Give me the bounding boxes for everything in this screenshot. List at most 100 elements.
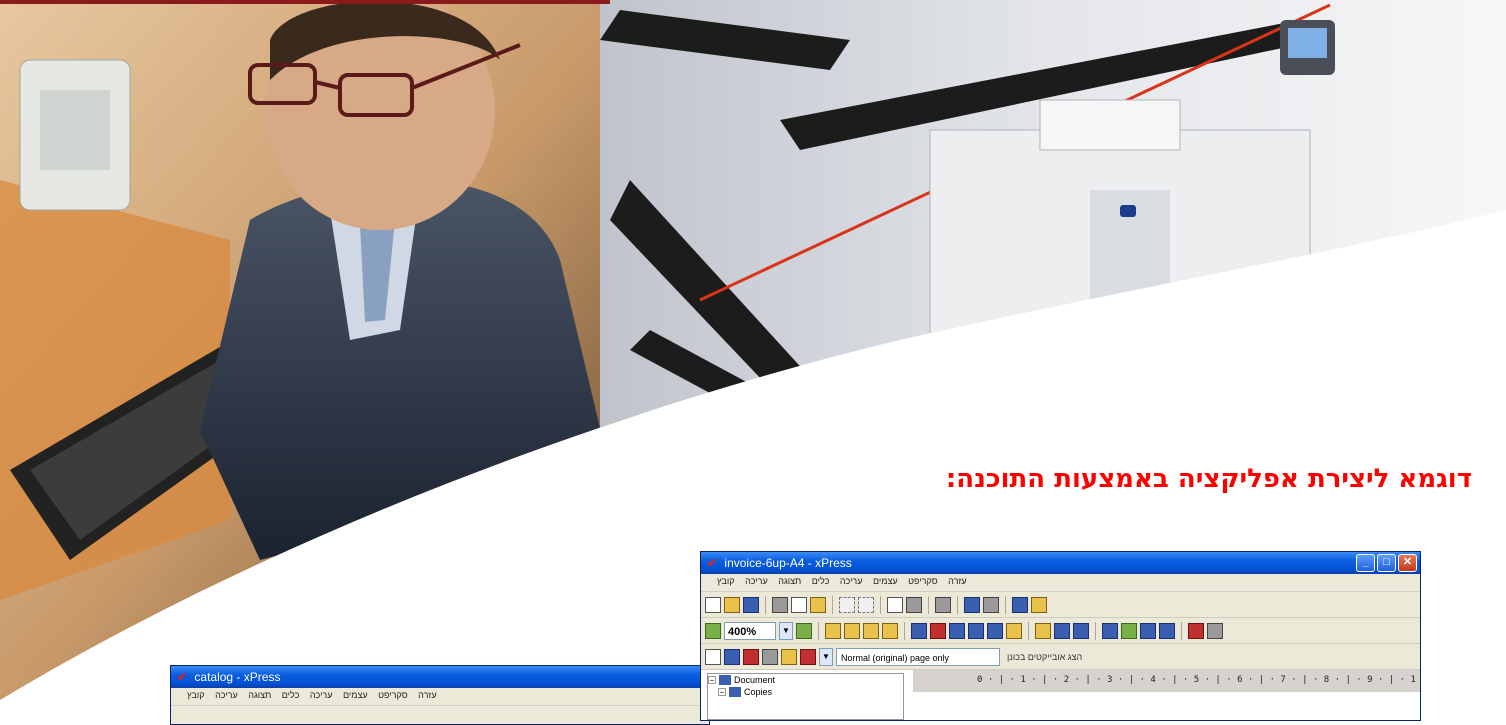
invoice-window[interactable]: ✔ invoice-6up-A4 - xPress _ □ ✕ עזרה סקר…	[700, 551, 1421, 721]
toolbar-separator	[904, 621, 905, 640]
toolbar-separator	[1181, 621, 1182, 640]
copies-icon	[729, 687, 741, 697]
tree-item-label: Document	[734, 675, 776, 685]
bring-forward-icon[interactable]	[863, 622, 879, 639]
menu-script[interactable]: סקריפט	[378, 690, 408, 700]
zoom-select[interactable]: 400%	[724, 621, 776, 640]
settings-icon[interactable]	[935, 596, 951, 613]
xpress-app-icon: ✔	[177, 670, 188, 684]
menu-tools[interactable]: כלים	[812, 576, 830, 586]
toolbar-separator	[818, 621, 819, 640]
menu-file[interactable]: קובץ	[187, 690, 205, 700]
context-help-icon[interactable]	[1012, 596, 1028, 613]
toolbar-separator	[928, 595, 929, 614]
open-folder-icon[interactable]	[724, 596, 740, 613]
menu-edit[interactable]: עריכה	[840, 576, 863, 586]
menu-edit-2[interactable]: עריכה	[215, 690, 238, 700]
space-horizontal-icon[interactable]	[1102, 622, 1118, 639]
save-icon[interactable]	[743, 596, 759, 613]
text-object-icon[interactable]	[743, 648, 759, 665]
menu-tools[interactable]: כלים	[282, 690, 300, 700]
send-backward-icon[interactable]	[882, 622, 898, 639]
new-file-icon[interactable]	[705, 596, 721, 613]
cut-icon[interactable]	[772, 596, 788, 613]
catalog-window-title: catalog - xPress	[194, 670, 281, 684]
copy-icon[interactable]	[791, 596, 807, 613]
catalog-menubar[interactable]: עזרה סקריפט עצמים עריכה כלים תצוגה עריכה…	[171, 688, 709, 706]
edit-object-icon[interactable]	[781, 648, 797, 665]
properties-icon[interactable]	[1188, 622, 1204, 639]
close-button[interactable]: ✕	[1398, 554, 1417, 572]
invoice-titlebar[interactable]: ✔ invoice-6up-A4 - xPress _ □ ✕	[701, 552, 1420, 574]
toolbar-separator	[880, 595, 881, 614]
align-right-icon[interactable]	[949, 622, 965, 639]
align-left-icon[interactable]	[911, 622, 927, 639]
objects-toolbar: ▼ Normal (original) page only הצג אובייק…	[701, 644, 1420, 670]
ungroup-icon[interactable]	[844, 622, 860, 639]
undo-icon[interactable]	[839, 596, 855, 613]
toolbar-separator	[1005, 595, 1006, 614]
play-icon[interactable]	[983, 596, 999, 613]
menu-objects[interactable]: עצמים	[873, 576, 898, 586]
top-accent-bar	[0, 0, 610, 4]
document-icon	[719, 675, 731, 685]
align-top-icon[interactable]	[968, 622, 984, 639]
menu-script[interactable]: סקריפט	[908, 576, 938, 586]
invoice-window-title: invoice-6up-A4 - xPress	[724, 556, 852, 570]
align-bottom-icon[interactable]	[1006, 622, 1022, 639]
document-tree[interactable]: − Document − Copies	[707, 673, 904, 720]
menu-edit[interactable]: עריכה	[310, 690, 333, 700]
collapse-icon[interactable]: −	[708, 676, 716, 685]
image-object-icon[interactable]	[724, 648, 740, 665]
xpress-app-icon: ✔	[707, 556, 718, 570]
page-mode-select[interactable]: Normal (original) page only	[836, 647, 1000, 666]
chevron-down-icon[interactable]: ▼	[779, 621, 793, 640]
menu-file[interactable]: קובץ	[717, 576, 735, 586]
redo-icon[interactable]	[858, 596, 874, 613]
align-center-icon[interactable]	[930, 622, 946, 639]
layout-toolbar: 400% ▼	[701, 618, 1420, 644]
menu-view[interactable]: תצוגה	[778, 576, 801, 586]
menu-help[interactable]: עזרה	[948, 576, 966, 586]
align-middle-icon[interactable]	[987, 622, 1003, 639]
zoom-fit-icon[interactable]	[796, 622, 812, 639]
toolbar-separator	[1028, 621, 1029, 640]
paste-icon[interactable]	[810, 596, 826, 613]
minimize-button[interactable]: _	[1356, 554, 1375, 572]
script-object-icon[interactable]	[800, 648, 816, 665]
catalog-window[interactable]: ✔ catalog - xPress עזרה סקריפט עצמים ערי…	[170, 665, 710, 725]
run-icon[interactable]	[964, 596, 980, 613]
invoice-menubar[interactable]: עזרה סקריפט עצמים עריכה כלים תצוגה עריכה…	[701, 574, 1420, 592]
arrange-icon[interactable]	[1159, 622, 1175, 639]
maximize-button[interactable]: □	[1377, 554, 1396, 572]
same-size-icon[interactable]	[1073, 622, 1089, 639]
distribute-icon[interactable]	[1140, 622, 1156, 639]
standard-toolbar	[701, 592, 1420, 618]
document-workarea[interactable]: − Document − Copies 0 · | · 1 · | · 2 · …	[701, 670, 1420, 720]
collapse-icon[interactable]: −	[718, 688, 726, 697]
zoom-tool-icon[interactable]	[705, 622, 721, 639]
tree-item-document[interactable]: − Document	[708, 674, 903, 686]
barcode-icon[interactable]	[762, 648, 778, 665]
window-controls: _ □ ✕	[1356, 554, 1417, 572]
delete-icon[interactable]	[1207, 622, 1223, 639]
pointer-icon[interactable]	[705, 648, 721, 665]
same-height-icon[interactable]	[1054, 622, 1070, 639]
chevron-down-icon[interactable]: ▼	[819, 647, 833, 666]
print-preview-icon[interactable]	[887, 596, 903, 613]
group-icon[interactable]	[825, 622, 841, 639]
catalog-titlebar[interactable]: ✔ catalog - xPress	[171, 666, 709, 688]
menu-edit-2[interactable]: עריכה	[745, 576, 768, 586]
print-icon[interactable]	[906, 596, 922, 613]
menu-objects[interactable]: עצמים	[343, 690, 368, 700]
toolbar-separator	[765, 595, 766, 614]
help-icon[interactable]	[1031, 596, 1047, 613]
space-vertical-icon[interactable]	[1121, 622, 1137, 639]
show-objects-label: הצג אובייקטים בכונן	[1007, 651, 1083, 662]
same-width-icon[interactable]	[1035, 622, 1051, 639]
horizontal-ruler: 0 · | · 1 · | · 2 · | · 3 · | · 4 · | · …	[913, 670, 1420, 692]
menu-view[interactable]: תצוגה	[248, 690, 271, 700]
menu-help[interactable]: עזרה	[418, 690, 436, 700]
toolbar-separator	[1095, 621, 1096, 640]
tree-item-copies[interactable]: − Copies	[708, 686, 903, 698]
